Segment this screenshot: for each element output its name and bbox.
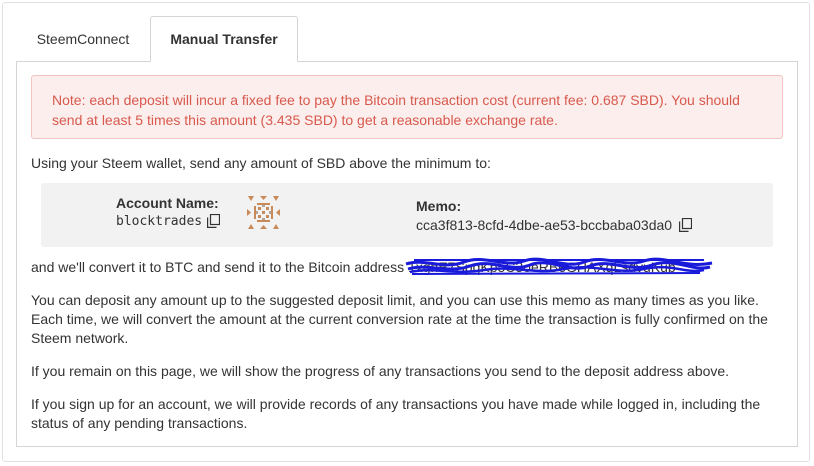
- fee-alert-text: Note: each deposit will incur a fixed fe…: [52, 92, 740, 128]
- account-records-paragraph: If you sign up for an account, we will p…: [31, 396, 761, 431]
- identicon: [247, 196, 280, 229]
- tab-manual-transfer[interactable]: Manual Transfer: [150, 16, 298, 62]
- fee-alert: Note: each deposit will incur a fixed fe…: [31, 75, 783, 139]
- tab-steemconnect[interactable]: SteemConnect: [16, 16, 150, 62]
- deposit-info-box: Account Name: blocktrades Memo: cca3f813…: [41, 183, 773, 247]
- bitcoin-address: 1xgnE7SpqKp5C3oeRBeGHAXqLsdvuKub: [405, 257, 713, 277]
- deposit-limit-paragraph: You can deposit any amount up to the sug…: [31, 292, 768, 346]
- copy-icon[interactable]: [207, 214, 220, 228]
- convert-prefix: and we'll convert it to BTC and send it …: [31, 259, 405, 275]
- bitcoin-address-text: 1xgnE7SpqKp5C3oeRBeGHAXqLsdvuKub: [407, 259, 676, 275]
- tab-bar: SteemConnect Manual Transfer: [16, 16, 298, 62]
- page: SteemConnect Manual Transfer Note: each …: [0, 0, 814, 466]
- progress-paragraph: If you remain on this page, we will show…: [31, 363, 730, 379]
- copy-icon[interactable]: [679, 218, 692, 232]
- memo-value: cca3f813-8cfd-4dbe-ae53-bccbaba03da0: [416, 217, 673, 233]
- convert-line: and we'll convert it to BTC and send it …: [31, 257, 713, 277]
- memo-label: Memo:: [416, 198, 462, 214]
- intro-text: Using your Steem wallet, send any amount…: [31, 155, 491, 171]
- account-name-label: Account Name:: [116, 195, 219, 211]
- account-name-value: blocktrades: [116, 214, 203, 229]
